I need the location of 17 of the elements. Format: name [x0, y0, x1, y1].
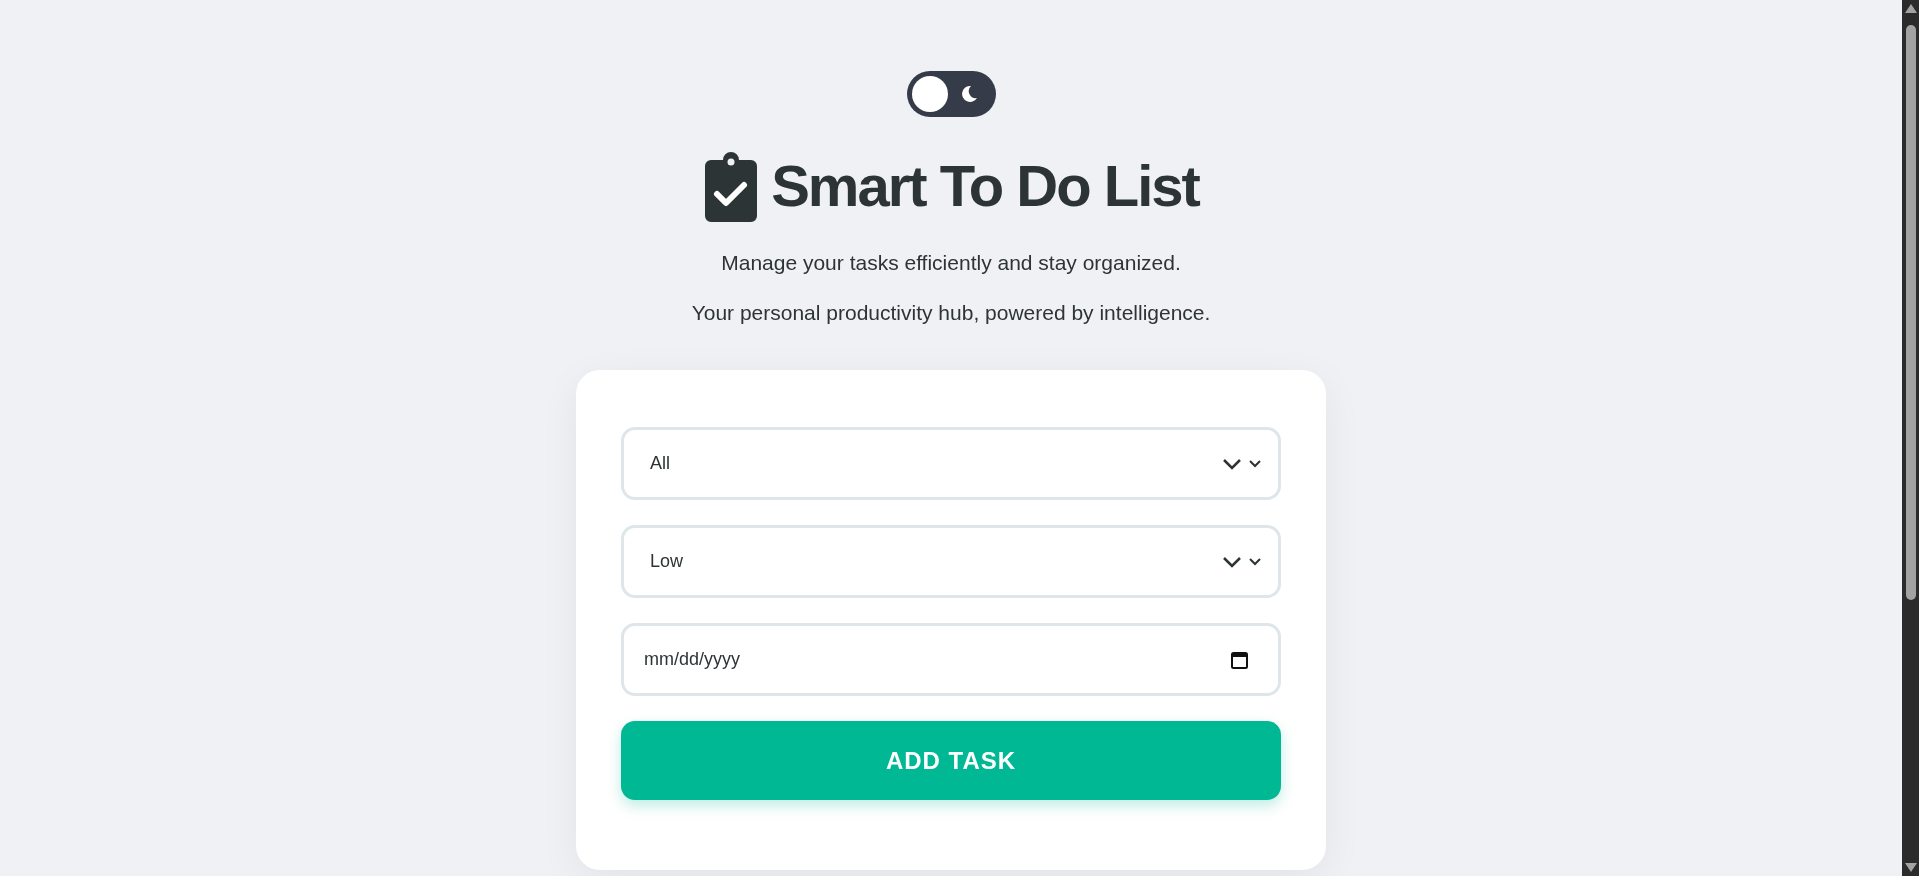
scroll-up-icon[interactable] [1904, 4, 1917, 13]
date-field[interactable]: mm/dd/yyyy [621, 623, 1281, 696]
dropdown-field[interactable]: Low [621, 525, 1281, 598]
clipboard-check-icon [703, 150, 760, 222]
subtitle: Manage your tasks efficiently and stay organized. [721, 250, 1181, 276]
scrollbar-thumb[interactable] [1905, 25, 1916, 600]
subtitle: Your personal productivity hub, powered by intelligence. [691, 300, 1211, 326]
moon-icon [960, 85, 978, 103]
dropdown-field[interactable]: All [621, 427, 1281, 500]
scrollbar[interactable] [1902, 0, 1919, 876]
chevron-down-icon [1222, 554, 1262, 569]
calendar-icon[interactable] [1231, 650, 1248, 669]
toggle-knob [911, 76, 948, 112]
app-title: Smart To Do List [771, 157, 1199, 215]
chevron-down-icon [1222, 456, 1262, 471]
theme-toggle[interactable] [906, 71, 996, 117]
scroll-down-icon[interactable] [1904, 863, 1917, 872]
